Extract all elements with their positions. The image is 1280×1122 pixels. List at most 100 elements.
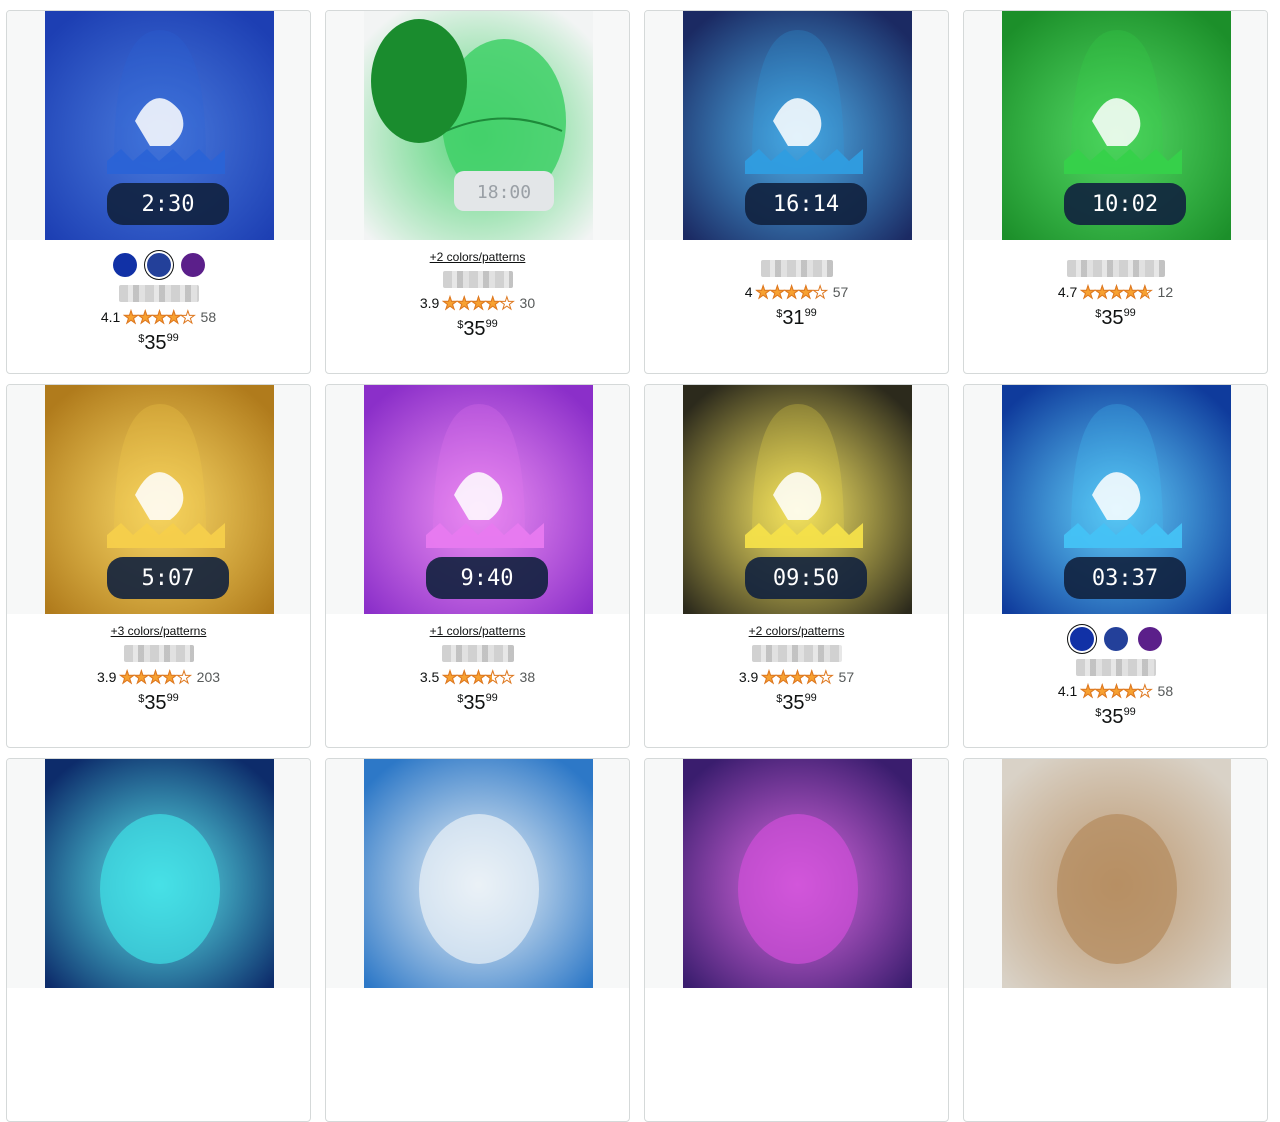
product-image-area[interactable]: 2:30 [7, 11, 310, 240]
blurred-product-title[interactable] [442, 271, 513, 288]
rating-row[interactable]: 3.9★★★★★★★★★★ 30 [326, 294, 629, 312]
product-photo[interactable]: 5:07 [45, 385, 274, 614]
rating-row[interactable]: 3.9★★★★★★★★★★ 203 [7, 668, 310, 686]
rating-value: 3.5 [419, 669, 440, 685]
product-photo[interactable] [364, 759, 593, 988]
product-photo[interactable]: 10:02 [1002, 11, 1231, 240]
product-image-area[interactable]: 10:02 [964, 11, 1267, 240]
blurred-product-title[interactable] [751, 645, 842, 662]
product-info: 4.7 ★★★★★ ★★★★★ 12 $3599 [964, 240, 1267, 332]
product-info: +3 colors/patterns 3.9★★★★★★★★★★ 203 $3599 [7, 614, 310, 717]
review-count[interactable]: 30 [520, 295, 536, 311]
product-card[interactable] [325, 758, 630, 1122]
blurred-product-title[interactable] [1075, 659, 1156, 676]
product-image-area[interactable]: 09:50 [645, 385, 948, 614]
price: $3599 [7, 692, 310, 717]
product-info: +1 colors/patterns 3.5★★★★★★★★★★ 38 $3599 [326, 614, 629, 717]
product-image-area[interactable]: 03:37 [964, 385, 1267, 614]
color-swatch[interactable] [1069, 627, 1094, 651]
review-count[interactable]: 203 [197, 669, 220, 685]
blurred-product-title[interactable] [118, 285, 199, 302]
product-photo[interactable]: 2:30 [45, 11, 274, 240]
rating-value: 4.7 [1057, 284, 1078, 300]
product-image-area[interactable]: 5:07 [7, 385, 310, 614]
product-photo[interactable]: 9:40 [364, 385, 593, 614]
svg-text:03:37: 03:37 [1092, 566, 1158, 591]
blurred-product-title[interactable] [441, 645, 514, 662]
product-card[interactable]: 09:50 +2 colors/patterns 3.9★★★★★★★★★★ 57 $… [644, 384, 949, 748]
product-card[interactable] [644, 758, 949, 1122]
review-count[interactable]: 57 [839, 669, 855, 685]
product-image-area[interactable]: 9:40 [326, 385, 629, 614]
price-cents: 99 [485, 318, 498, 330]
product-photo[interactable]: 16:14 [683, 11, 912, 240]
rating-row[interactable]: 4.1★★★★★★★★★★ 58 [7, 308, 310, 326]
product-card[interactable]: 18:00 +2 colors/patterns 3.9★★★★★★★★★★ 30 $… [325, 10, 630, 374]
review-count[interactable]: 57 [833, 284, 849, 300]
rating-row[interactable]: 4★★★★★★★★★★ 57 [645, 283, 948, 301]
star-rating-icon: ★★★★★★★★★★ [755, 283, 828, 301]
product-image-area[interactable] [964, 759, 1267, 988]
color-swatch[interactable] [146, 253, 171, 277]
product-photo[interactable]: 09:50 [683, 385, 912, 614]
more-colors-link[interactable]: +2 colors/patterns [645, 623, 948, 639]
product-image-area[interactable]: 18:00 [326, 11, 629, 240]
price-dollars: 35 [463, 692, 486, 714]
product-photo[interactable] [1002, 759, 1231, 988]
product-photo[interactable] [683, 759, 912, 988]
price-dollars: 35 [1101, 307, 1124, 329]
more-colors-link[interactable]: +2 colors/patterns [326, 249, 629, 265]
product-card[interactable] [963, 758, 1268, 1122]
color-swatch[interactable] [1137, 627, 1162, 651]
blurred-product-title[interactable] [1066, 260, 1165, 277]
product-photo[interactable]: 03:37 [1002, 385, 1231, 614]
blurred-product-title[interactable] [760, 260, 833, 277]
rating-value: 3.9 [738, 669, 759, 685]
product-info: 4.1★★★★★★★★★★ 58 $3599 [964, 614, 1267, 731]
review-count[interactable]: 58 [201, 309, 217, 325]
color-swatch[interactable] [112, 253, 137, 277]
rating-row[interactable]: 4.1★★★★★★★★★★ 58 [964, 682, 1267, 700]
product-card[interactable]: 2:30 4.1★★★★★★★★★★ 58 $3599 [6, 10, 311, 374]
product-card[interactable]: 5:07 +3 colors/patterns 3.9★★★★★★★★★★ 203 $… [6, 384, 311, 748]
product-card[interactable]: 03:37 4.1★★★★★★★★★★ 58 $3599 [963, 384, 1268, 748]
color-swatch[interactable] [1103, 627, 1128, 651]
rating-row[interactable]: 4.7 ★★★★★ ★★★★★ 12 [964, 283, 1267, 301]
currency-symbol: $ [1095, 707, 1102, 719]
product-card[interactable]: 9:40 +1 colors/patterns 3.5★★★★★★★★★★ 38 $3… [325, 384, 630, 748]
product-card[interactable]: 10:02 4.7 ★★★★★ ★★★★★ 12 $3599 [963, 10, 1268, 374]
blurred-product-title[interactable] [123, 645, 194, 662]
currency-symbol: $ [776, 308, 783, 320]
color-swatch[interactable] [180, 253, 205, 277]
more-colors-link[interactable]: +1 colors/patterns [326, 623, 629, 639]
rating-row[interactable]: 3.5★★★★★★★★★★ 38 [326, 668, 629, 686]
price-cents: 99 [166, 332, 179, 344]
stars-filled: ★★★★★ [1080, 283, 1148, 301]
review-count[interactable]: 58 [1158, 683, 1174, 699]
product-image-area[interactable] [7, 759, 310, 988]
product-photo[interactable] [45, 759, 274, 988]
product-photo[interactable]: 18:00 [364, 11, 593, 240]
review-count[interactable]: 12 [1158, 284, 1174, 300]
price-dollars: 35 [144, 332, 167, 354]
more-colors-link[interactable]: +3 colors/patterns [7, 623, 310, 639]
rating-value: 4.1 [100, 309, 121, 325]
stars-filled: ★★★★★ [442, 294, 498, 312]
currency-symbol: $ [1095, 308, 1102, 320]
product-info: 4★★★★★★★★★★ 57 $3199 [645, 240, 948, 332]
rating-row[interactable]: 3.9★★★★★★★★★★ 57 [645, 668, 948, 686]
product-image-area[interactable] [326, 759, 629, 988]
price: $3599 [964, 706, 1267, 731]
product-card[interactable] [6, 758, 311, 1122]
currency-symbol: $ [138, 693, 145, 705]
review-count[interactable]: 38 [520, 669, 536, 685]
product-image-area[interactable]: 16:14 [645, 11, 948, 240]
product-image-area[interactable] [645, 759, 948, 988]
price-cents: 99 [1123, 706, 1136, 718]
stars-filled: ★★★★★ [755, 283, 813, 301]
currency-symbol: $ [457, 693, 464, 705]
rating-value: 4.1 [1057, 683, 1078, 699]
price: $3199 [645, 307, 948, 332]
currency-symbol: $ [776, 693, 783, 705]
product-card[interactable]: 16:14 4★★★★★★★★★★ 57 $3199 [644, 10, 949, 374]
